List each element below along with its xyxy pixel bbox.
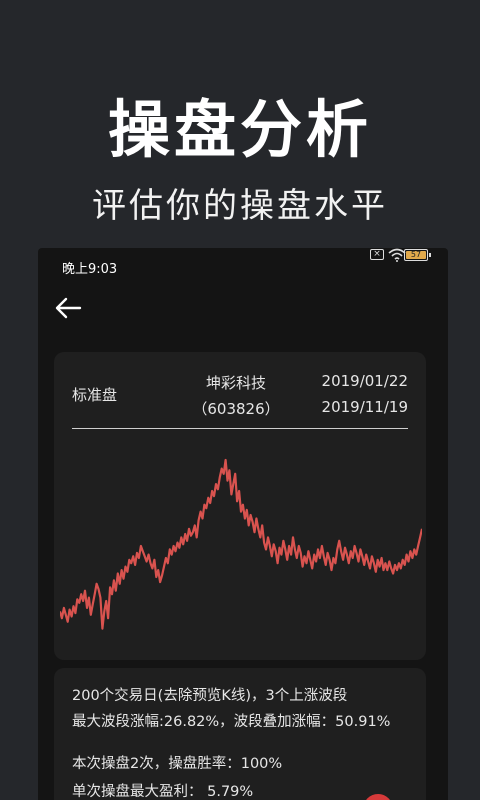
stock-code: （603826） xyxy=(192,400,280,418)
stats-card: 200个交易日(去除预览K线)，3个上涨波段 最大波段涨幅:26.82%，波段叠… xyxy=(54,668,426,800)
battery-level: 57 xyxy=(406,251,426,259)
price-series-line xyxy=(60,458,422,630)
x-box-icon: × xyxy=(370,249,384,260)
phone-screen: 晚上9:03 × 57 标准盘 坤彩科技 （603826） 2019/01/22… xyxy=(38,248,448,800)
promo-subtitle: 评估你的操盘水平 xyxy=(92,186,388,226)
stock-name: 坤彩科技 xyxy=(205,374,266,392)
price-line-chart xyxy=(60,458,422,630)
stats-max-wave: 最大波段涨幅:26.82%，波段叠加涨幅：50.91% xyxy=(72,714,391,730)
stock-card: 标准盘 坤彩科技 （603826） 2019/01/22 2019/11/19 xyxy=(54,352,426,660)
arrow-left-icon[interactable] xyxy=(52,292,84,324)
battery-icon: 57 xyxy=(404,249,431,261)
stats-trading-days: 200个交易日(去除预览K线)，3个上涨波段 xyxy=(72,688,348,704)
stats-max-profit: 单次操盘最大盈利： 5.79% xyxy=(72,784,254,800)
promo-title: 操盘分析 xyxy=(107,93,372,166)
start-date: 2019/01/22 xyxy=(321,372,408,390)
end-date: 2019/11/19 xyxy=(321,398,408,416)
status-bar: 晚上9:03 × 57 xyxy=(38,248,448,284)
divider xyxy=(72,428,408,429)
standard-label: 标准盘 xyxy=(72,386,118,404)
status-time: 晚上9:03 xyxy=(62,262,118,277)
stats-win-rate: 本次操盘2次，操盘胜率：100% xyxy=(72,756,283,772)
